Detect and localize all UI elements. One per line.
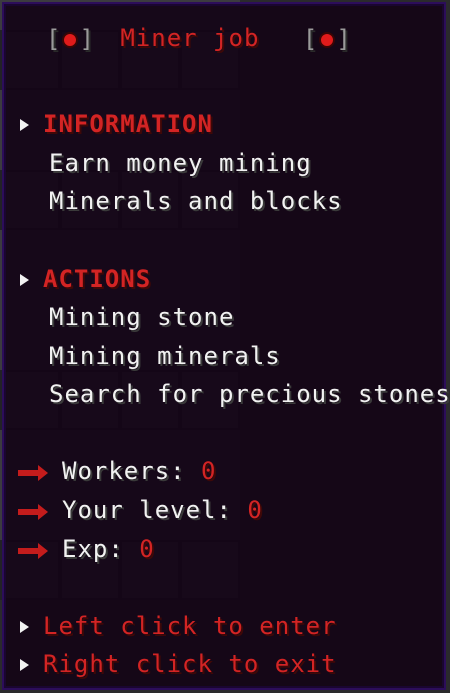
section-heading-actions: ACTIONS	[20, 265, 151, 293]
hint-right-click: Right click to exit	[20, 650, 337, 678]
red-orb-icon: []	[302, 25, 352, 53]
triangle-bullet-icon	[20, 274, 29, 286]
stat-level: Your level: 0	[18, 496, 263, 524]
red-orb-icon: []	[46, 25, 95, 53]
tooltip-title-row: [] Miner job []	[46, 24, 352, 53]
red-arrow-icon	[18, 543, 48, 559]
action-item: Search for precious stones	[49, 380, 450, 408]
stat-workers: Workers: 0	[18, 457, 217, 485]
red-arrow-icon	[18, 504, 48, 520]
info-item: Earn money mining	[49, 149, 312, 177]
triangle-bullet-icon	[20, 659, 29, 671]
triangle-bullet-icon	[20, 621, 29, 633]
stat-exp: Exp: 0	[18, 535, 155, 563]
info-item: Minerals and blocks	[49, 187, 343, 215]
tooltip-title: Miner job	[120, 24, 260, 52]
red-arrow-icon	[18, 465, 48, 481]
job-tooltip: [] Miner job [] INFORMATION Earn money m…	[2, 2, 450, 690]
action-item: Mining minerals	[49, 342, 281, 370]
section-heading-information: INFORMATION	[20, 110, 213, 138]
action-item: Mining stone	[49, 303, 235, 331]
hint-left-click: Left click to enter	[20, 612, 337, 640]
triangle-bullet-icon	[20, 119, 29, 131]
